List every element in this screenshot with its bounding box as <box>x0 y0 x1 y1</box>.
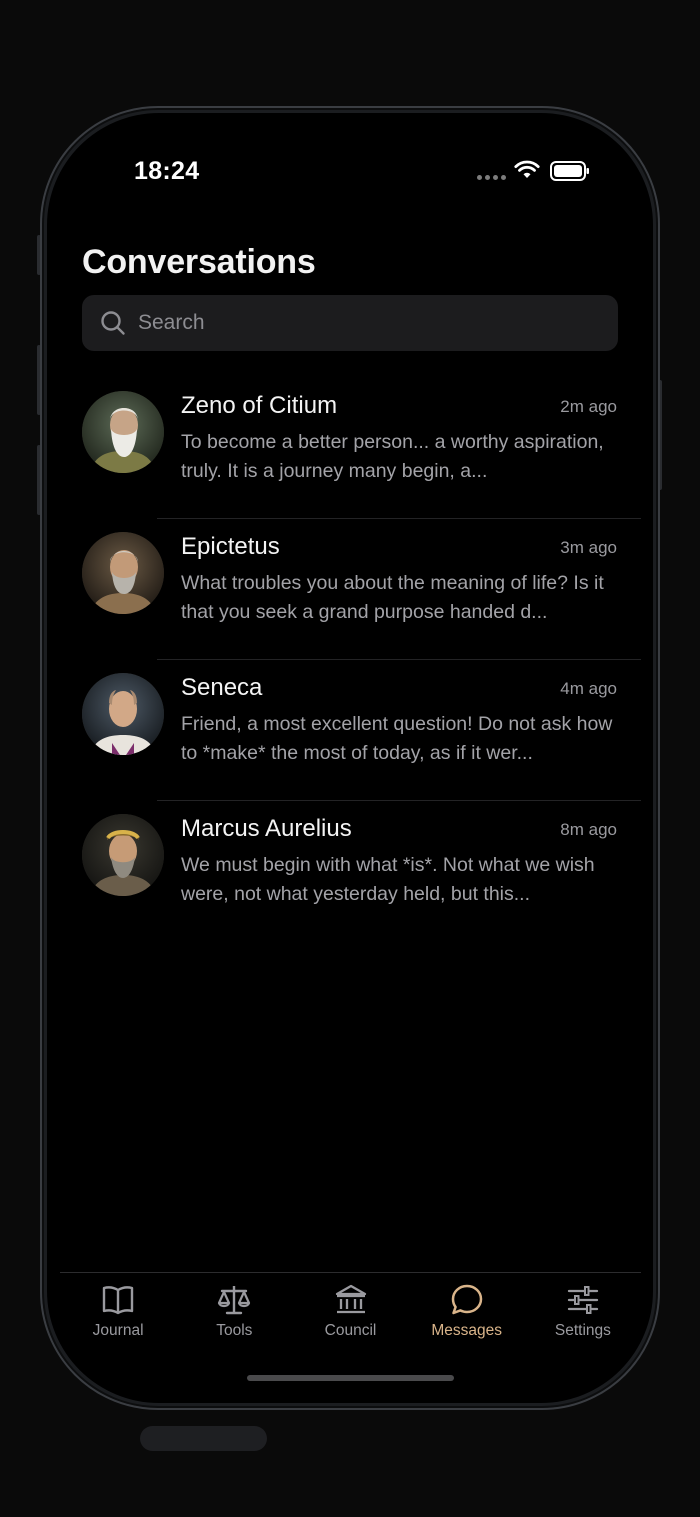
tab-tools[interactable]: Tools <box>176 1281 292 1351</box>
battery-icon <box>550 161 589 181</box>
page-title: Conversations <box>82 243 316 281</box>
tab-label: Council <box>324 1322 377 1339</box>
search-icon <box>101 311 125 335</box>
conversation-item-seneca[interactable]: Seneca 4m ago Friend, a most excellent q… <box>47 660 653 801</box>
chat-bubble-icon <box>451 1284 482 1315</box>
conversation-time: 2m ago <box>560 397 617 416</box>
search-input[interactable] <box>138 311 578 335</box>
avatar <box>82 814 164 896</box>
tab-label: Tools <box>216 1322 253 1339</box>
conversation-name: Epictetus <box>181 533 280 560</box>
zeno-portrait-icon <box>82 391 164 473</box>
conversation-name: Zeno of Citium <box>181 392 338 419</box>
conversation-preview: To become a better person... a worthy as… <box>181 431 604 482</box>
device-stage: 18:24 Conversations Search Zeno of Citiu… <box>0 0 700 1517</box>
tab-journal[interactable]: Journal <box>60 1281 176 1351</box>
status-time: 18:24 <box>134 157 200 185</box>
device-stand <box>140 1426 267 1451</box>
tab-label: Messages <box>431 1322 503 1339</box>
conversation-item-zeno[interactable]: Zeno of Citium 2m ago To become a better… <box>47 378 653 519</box>
avatar <box>82 532 164 614</box>
tab-label: Settings <box>554 1322 611 1339</box>
conversation-item-epictetus[interactable]: Epictetus 3m ago What troubles you about… <box>47 519 653 660</box>
wifi-icon <box>514 160 540 178</box>
tab-bar: Journal Tools Council Messages Settings <box>60 1281 641 1351</box>
tab-council[interactable]: Council <box>292 1281 408 1351</box>
conversation-preview: What troubles you about the meaning of l… <box>181 572 604 623</box>
marcus-aurelius-portrait-icon <box>82 814 164 896</box>
tab-settings[interactable]: Settings <box>525 1281 641 1351</box>
seneca-portrait-icon <box>82 673 164 755</box>
epictetus-portrait-icon <box>82 532 164 614</box>
conversation-name: Marcus Aurelius <box>181 815 352 842</box>
conversation-preview: We must begin with what *is*. Not what w… <box>181 854 595 905</box>
search-bar[interactable] <box>82 295 618 351</box>
conversation-time: 4m ago <box>560 679 617 698</box>
tab-bar-divider <box>60 1272 641 1273</box>
home-indicator[interactable] <box>247 1375 454 1381</box>
phone-screen: 18:24 Conversations Search Zeno of Citiu… <box>47 113 653 1403</box>
cellular-signal-icon <box>477 175 506 180</box>
conversation-time: 3m ago <box>560 538 617 557</box>
avatar <box>82 391 164 473</box>
conversation-item-marcus-aurelius[interactable]: Marcus Aurelius 8m ago We must begin wit… <box>47 801 653 942</box>
conversation-list: Zeno of Citium 2m ago To become a better… <box>47 378 653 942</box>
conversation-preview: Friend, a most excellent question! Do no… <box>181 713 613 764</box>
avatar <box>82 673 164 755</box>
tab-messages[interactable]: Messages <box>409 1281 525 1351</box>
conversation-name: Seneca <box>181 674 263 701</box>
sliders-icon <box>567 1286 599 1314</box>
building-columns-icon <box>335 1284 366 1314</box>
scale-icon <box>218 1286 251 1315</box>
conversation-time: 8m ago <box>560 820 617 839</box>
book-icon <box>102 1286 134 1315</box>
tab-label: Journal <box>92 1322 144 1339</box>
